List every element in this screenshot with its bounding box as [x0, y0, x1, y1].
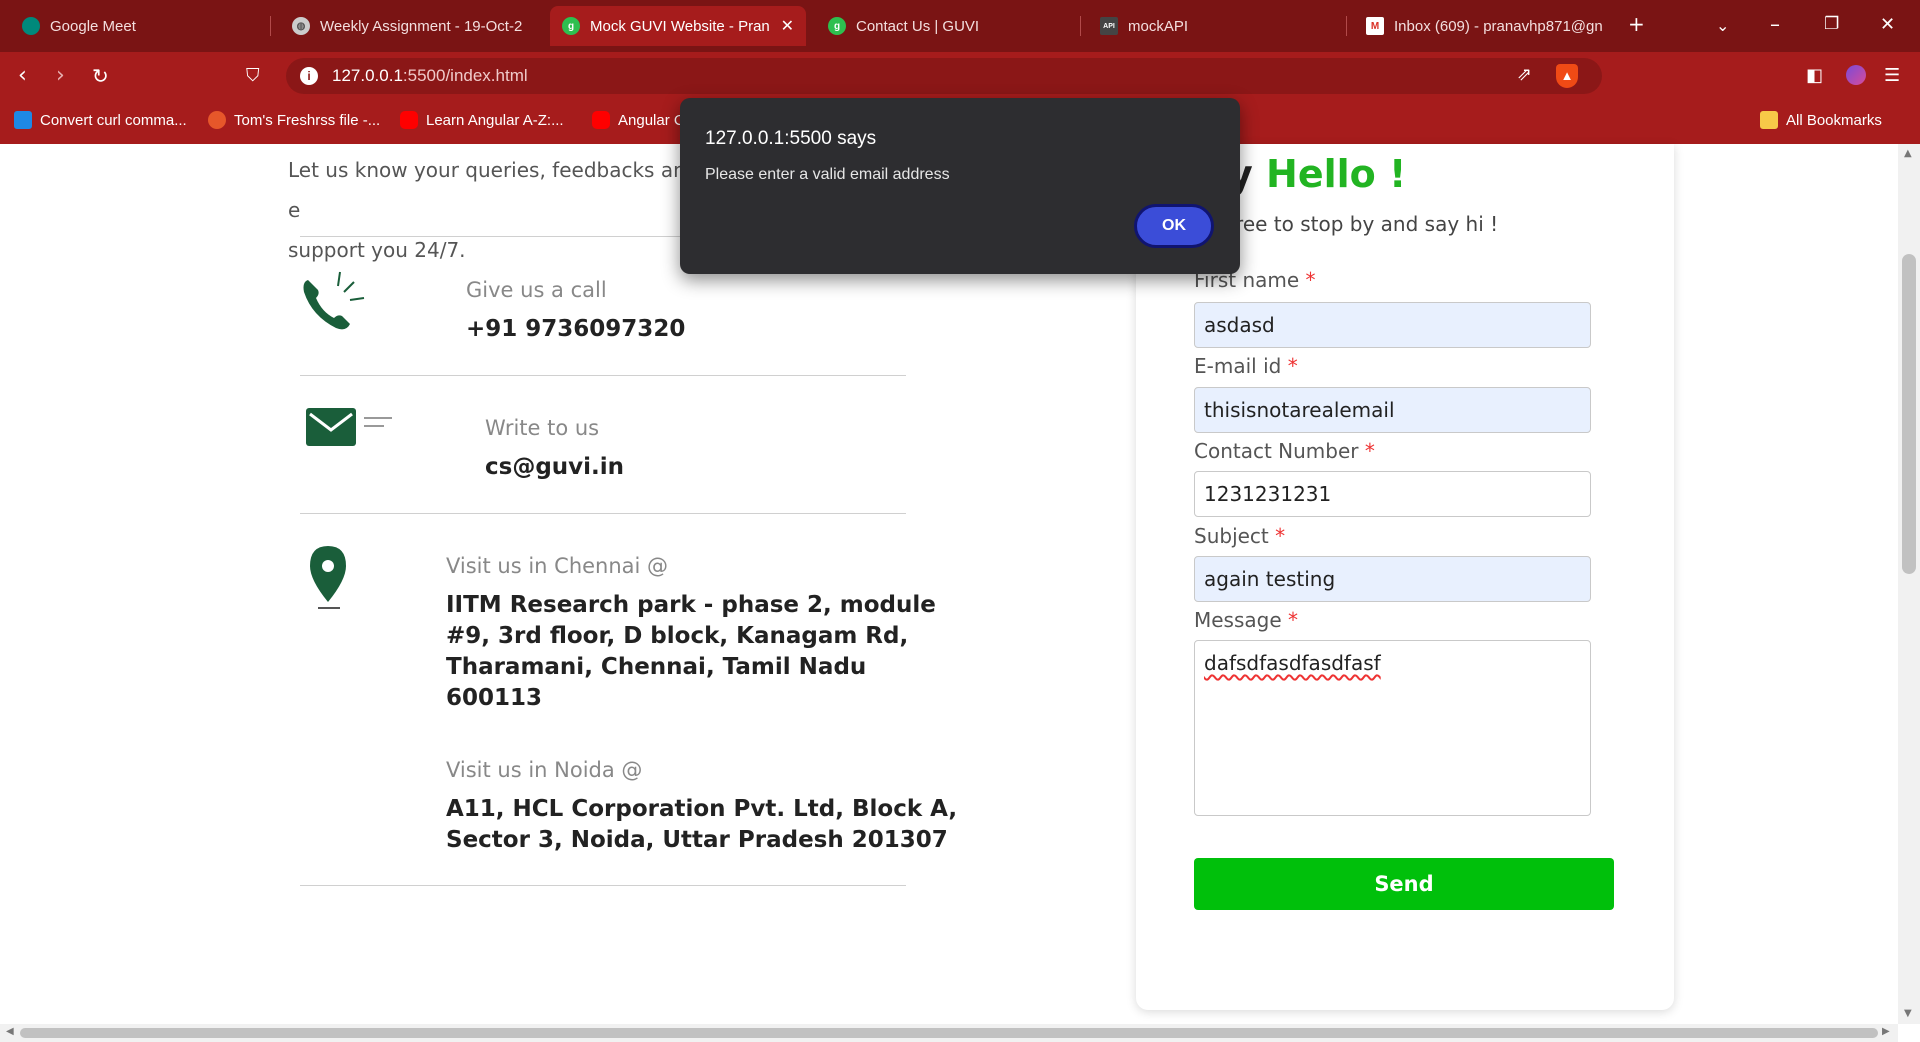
form-subgreeting: free to stop by and say hi ! — [1228, 212, 1499, 236]
bookmark-label: Tom's Freshrss file -... — [234, 111, 381, 129]
message-textarea[interactable]: dafsdfasdfasdfasf — [1194, 640, 1591, 816]
bookmark-freshrss[interactable]: Tom's Freshrss file -... — [208, 111, 380, 129]
mail-icon — [306, 408, 392, 446]
freshrss-icon — [208, 111, 226, 129]
close-tab-icon[interactable]: ✕ — [781, 16, 794, 36]
tab-title: Google Meet — [50, 17, 136, 35]
tab-mock-guvi[interactable]: g Mock GUVI Website - Pran ✕ — [550, 6, 806, 46]
scroll-down-icon[interactable]: ▼ — [1904, 1008, 1912, 1019]
email-label: E-mail id * — [1194, 354, 1298, 378]
restore-icon[interactable]: ❐ — [1824, 14, 1839, 34]
menu-icon[interactable]: ☰ — [1884, 62, 1900, 90]
gmail-icon: M — [1366, 17, 1384, 35]
mockapi-icon: API — [1100, 17, 1118, 35]
guvi-icon: g — [828, 17, 846, 35]
google-meet-icon — [22, 17, 40, 35]
bookmark-convert-curl[interactable]: Convert curl comma... — [14, 111, 187, 129]
chennai-address: IITM Research park - phase 2, module #9,… — [446, 592, 936, 711]
sidebar-toggle-icon[interactable]: ◧ — [1806, 62, 1823, 90]
tab-bar: Google Meet ◍ Weekly Assignment - 19-Oct… — [0, 0, 1920, 52]
folder-icon — [1760, 111, 1778, 129]
brave-shield-icon[interactable]: ▲ — [1556, 64, 1578, 88]
message-label: Message * — [1194, 608, 1299, 632]
bookmark-label: Learn Angular A-Z:... — [426, 111, 564, 129]
alert-message: Please enter a valid email address — [705, 166, 950, 183]
forward-icon[interactable]: › — [56, 62, 65, 90]
bookmark-learn-angular[interactable]: Learn Angular A-Z:... — [400, 111, 564, 129]
bookmark-all-bookmarks[interactable]: All Bookmarks — [1760, 111, 1882, 129]
tab-title: mockAPI — [1128, 17, 1189, 35]
guvi-icon: g — [562, 17, 580, 35]
phone-icon — [303, 271, 365, 330]
site-info-icon[interactable]: i — [300, 67, 318, 85]
contact-number-label: Contact Number * — [1194, 439, 1375, 463]
location-pin-icon — [310, 546, 346, 609]
subject-label: Subject * — [1194, 524, 1286, 548]
scroll-left-icon[interactable]: ◀ — [6, 1026, 14, 1037]
profile-avatar[interactable] — [1846, 65, 1866, 85]
scroll-right-icon[interactable]: ▶ — [1882, 1026, 1890, 1037]
address-bar[interactable]: i 127.0.0.1:5500/index.html ⇗ ▲ — [286, 58, 1602, 94]
tab-title: Mock GUVI Website - Pran — [590, 17, 770, 35]
youtube-icon — [592, 111, 610, 129]
tab-google-meet[interactable]: Google Meet — [10, 6, 260, 46]
scroll-up-icon[interactable]: ▲ — [1904, 148, 1912, 159]
bookmark-label: Convert curl comma... — [40, 111, 187, 129]
horizontal-scrollbar[interactable]: ◀ ▶ — [0, 1024, 1898, 1042]
send-button[interactable]: Send — [1194, 858, 1614, 910]
first-name-input[interactable]: asdasd — [1194, 302, 1591, 348]
subject-input[interactable]: again testing — [1194, 556, 1591, 602]
noida-address: A11, HCL Corporation Pvt. Ltd, Block A, … — [446, 796, 958, 853]
tab-contact-us-guvi[interactable]: g Contact Us | GUVI — [816, 6, 1072, 46]
tab-gmail-inbox[interactable]: M Inbox (609) - pranavhp871@gn — [1354, 6, 1624, 46]
tab-title: Contact Us | GUVI — [856, 17, 980, 35]
write-label: Write to us — [485, 416, 600, 440]
call-number: +91 9736097320 — [466, 316, 686, 342]
url-text[interactable]: 127.0.0.1:5500/index.html — [332, 66, 528, 86]
minimize-icon[interactable]: – — [1770, 12, 1780, 36]
divider — [300, 885, 906, 886]
bookmark-label: All Bookmarks — [1786, 111, 1882, 129]
vertical-scroll-thumb[interactable] — [1902, 254, 1916, 574]
tab-title: Weekly Assignment - 19-Oct-2 — [320, 17, 523, 35]
alert-title: 127.0.0.1:5500 says — [705, 128, 877, 149]
new-tab-icon[interactable]: + — [1628, 12, 1645, 36]
bookmark-label: Angular C — [618, 111, 685, 129]
youtube-icon — [400, 111, 418, 129]
navigation-bar: ‹ › ↻ ⛉ i 127.0.0.1:5500/index.html ⇗ ▲ … — [0, 52, 1920, 100]
divider — [300, 513, 906, 514]
bookmark-icon[interactable]: ⛉ — [246, 62, 260, 90]
noida-label: Visit us in Noida @ — [446, 758, 643, 782]
tab-mockapi[interactable]: API mockAPI — [1088, 6, 1338, 46]
globe-icon: ◍ — [292, 17, 310, 35]
divider — [300, 375, 906, 376]
intro-text: Let us know your queries, feedbacks and … — [288, 158, 699, 262]
bookmark-angular[interactable]: Angular C — [592, 111, 685, 129]
alert-dialog: 127.0.0.1:5500 says Please enter a valid… — [680, 98, 1240, 274]
chevron-down-icon[interactable]: ⌄ — [1716, 16, 1729, 35]
back-icon[interactable]: ‹ — [18, 62, 27, 90]
tab-weekly-assignment[interactable]: ◍ Weekly Assignment - 19-Oct-2 — [280, 6, 542, 46]
call-label: Give us a call — [466, 278, 607, 302]
tab-title: Inbox (609) - pranavhp871@gn — [1394, 17, 1603, 35]
form-greeting: y Hello ! — [1228, 152, 1407, 196]
share-icon[interactable]: ⇗ — [1517, 64, 1532, 85]
reload-icon[interactable]: ↻ — [92, 62, 109, 90]
chennai-label: Visit us in Chennai @ — [446, 554, 669, 578]
write-email: cs@guvi.in — [485, 454, 625, 480]
contact-number-input[interactable]: 1231231231 — [1194, 471, 1591, 517]
curl-icon — [14, 111, 32, 129]
ok-button[interactable]: OK — [1134, 204, 1214, 248]
email-input[interactable]: thisisnotarealemail — [1194, 387, 1591, 433]
vertical-scrollbar[interactable]: ▲ ▼ — [1898, 144, 1920, 1024]
horizontal-scroll-thumb[interactable] — [20, 1028, 1878, 1038]
close-window-icon[interactable]: ✕ — [1880, 14, 1895, 35]
